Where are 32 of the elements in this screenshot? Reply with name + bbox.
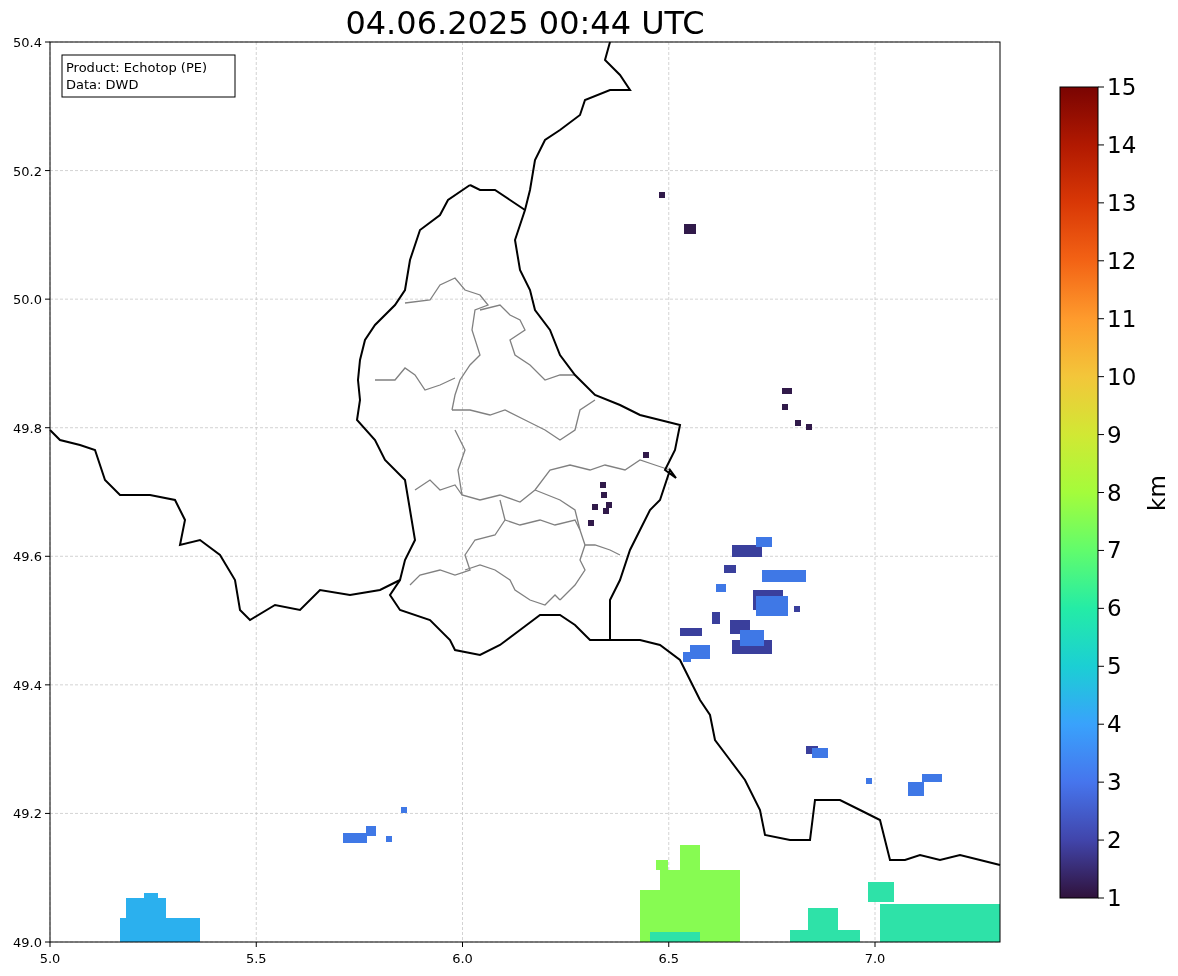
- y-tick-label: 49.6: [13, 549, 42, 565]
- x-tick-label: 7.0: [864, 951, 886, 966]
- x-tick-label: 6.5: [658, 951, 680, 966]
- colorbar-tick-label: 10: [1107, 363, 1137, 390]
- y-tick-label: 49.0: [13, 935, 42, 950]
- colorbar-tick-label: 2: [1107, 827, 1122, 854]
- colorbar-tick-label: 6: [1107, 595, 1122, 622]
- colorbar-tick-label: 4: [1107, 711, 1122, 738]
- info-text: Product: Echotop (PE): [66, 60, 208, 75]
- y-tick-label: 50.2: [13, 163, 42, 179]
- colorbar-tick-label: 15: [1107, 74, 1137, 100]
- x-tick-label: 6.0: [452, 951, 473, 966]
- y-tick-label: 49.4: [13, 677, 42, 693]
- y-tick-label: 49.2: [13, 806, 42, 822]
- colorbar-tick-label: 8: [1107, 479, 1122, 506]
- colorbar-tick-label: 13: [1107, 189, 1137, 216]
- y-tick-label: 50.0: [13, 292, 42, 308]
- x-tick-label: 5.0: [39, 951, 61, 966]
- colorbar-tick-label: 1: [1107, 885, 1122, 911]
- colorbar-tick-label: 5: [1107, 653, 1122, 680]
- info-text: Data: DWD: [66, 77, 139, 92]
- colorbar-label: km: [1144, 475, 1170, 511]
- chart-title: 04.06.2025 00:44 UTC: [345, 4, 705, 42]
- colorbar-tick-label: 11: [1107, 305, 1137, 332]
- colorbar-tick-label: 14: [1107, 131, 1137, 158]
- colorbar-tick-label: 3: [1107, 769, 1122, 796]
- y-tick-label: 49.8: [13, 420, 42, 436]
- y-tick-label: 50.4: [13, 35, 42, 50]
- colorbar-tick-label: 12: [1107, 247, 1137, 274]
- x-tick-label: 5.5: [245, 951, 267, 966]
- colorbar-tick-label: 7: [1107, 537, 1122, 564]
- colorbar-tick-label: 9: [1107, 421, 1122, 448]
